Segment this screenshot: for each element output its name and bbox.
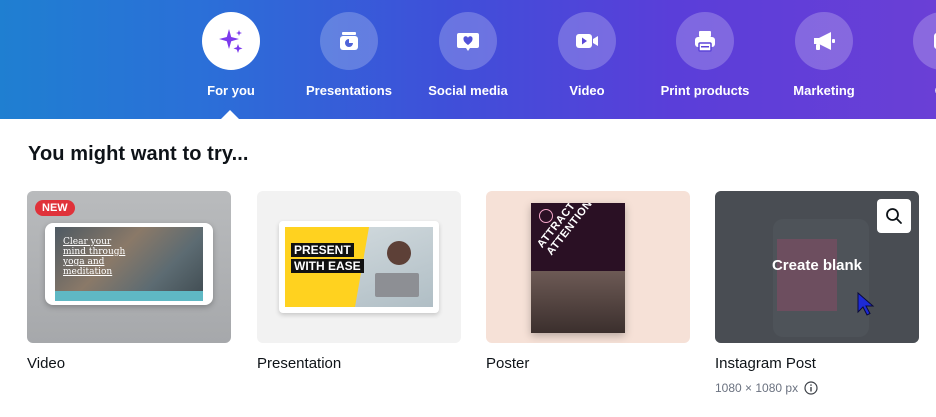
presentation-slide: PRESENT WITH EASE <box>285 227 433 307</box>
category-label: For you <box>207 83 255 98</box>
slide-heading-line-2: WITH EASE <box>291 259 364 273</box>
for-you-icon-circle <box>202 12 260 70</box>
video-progress-bar <box>55 291 203 301</box>
poster-photo <box>531 271 625 333</box>
presentation-chart-icon <box>340 32 358 50</box>
design-card-poster[interactable]: ATTRACT MORE ATTENTION Poster <box>486 191 690 372</box>
slide-laptop <box>375 273 419 297</box>
heart-chat-icon <box>457 33 479 51</box>
mouse-cursor-icon <box>857 291 875 316</box>
video-icon-circle <box>558 12 616 70</box>
category-social-media[interactable]: Social media <box>413 12 523 98</box>
printer-icon <box>695 31 715 52</box>
category-label: Marketing <box>793 83 855 98</box>
tablet-mockup: Clear your mind through yoga and meditat… <box>45 223 213 305</box>
video-preview: Clear your mind through yoga and meditat… <box>55 227 203 301</box>
info-icon[interactable] <box>804 381 818 395</box>
card-title: Video <box>27 355 66 372</box>
category-label: Social media <box>428 83 508 98</box>
card-title: Instagram Post <box>715 355 816 372</box>
category-presentations[interactable]: Presentations <box>294 12 404 98</box>
category-label: Print products <box>660 83 750 98</box>
section-title: You might want to try... <box>28 143 249 165</box>
category-label: Ot <box>887 83 936 98</box>
card-title: Poster <box>486 355 530 372</box>
active-category-caret <box>221 110 239 119</box>
presentation-mockup: PRESENT WITH EASE <box>279 221 439 313</box>
category-band: For you Presentations Social media Video… <box>0 0 936 119</box>
card-thumbnail[interactable]: ATTRACT MORE ATTENTION <box>486 191 690 343</box>
poster-mockup: ATTRACT MORE ATTENTION <box>531 203 625 333</box>
slide-person <box>387 241 411 265</box>
presentations-icon-circle <box>320 12 378 70</box>
card-thumbnail[interactable]: PRESENT WITH EASE <box>257 191 461 343</box>
other-icon-circle <box>913 12 936 70</box>
category-label: Video <box>569 83 605 98</box>
new-badge: NEW <box>35 200 75 216</box>
dimensions-text: 1080 × 1080 px <box>715 381 799 395</box>
suggestions-section: You might want to try... NEW Clear your … <box>0 119 936 417</box>
category-video[interactable]: Video <box>532 12 642 98</box>
search-icon <box>886 208 902 224</box>
category-marketing[interactable]: Marketing <box>769 12 879 98</box>
social-media-icon-circle <box>439 12 497 70</box>
category-for-you[interactable]: For you <box>176 12 286 98</box>
more-icon <box>934 33 936 49</box>
video-camera-icon <box>576 34 598 48</box>
slide-heading: PRESENT WITH EASE <box>291 243 364 275</box>
card-thumbnail[interactable]: Create blank <box>715 191 919 343</box>
create-blank-label[interactable]: Create blank <box>715 257 919 274</box>
design-card-video[interactable]: NEW Clear your mind through yoga and med… <box>27 191 231 372</box>
card-title: Presentation <box>257 355 342 372</box>
search-templates-button[interactable] <box>877 199 911 233</box>
category-label: Presentations <box>306 83 392 98</box>
design-card-presentation[interactable]: PRESENT WITH EASE Presentation <box>257 191 461 372</box>
sparkle-icon <box>219 29 243 53</box>
print-icon-circle <box>676 12 734 70</box>
video-preview-text: Clear your mind through yoga and meditat… <box>63 237 126 277</box>
card-thumbnail[interactable]: NEW Clear your mind through yoga and med… <box>27 191 231 343</box>
megaphone-icon <box>814 32 835 50</box>
category-other[interactable]: Ot <box>887 12 936 98</box>
category-print-products[interactable]: Print products <box>650 12 760 98</box>
card-dimensions: 1080 × 1080 px <box>715 381 919 395</box>
marketing-icon-circle <box>795 12 853 70</box>
design-card-instagram-post[interactable]: Create blank Instagram Post 1080 × 1080 … <box>715 191 919 395</box>
slide-heading-line-1: PRESENT <box>291 243 354 257</box>
